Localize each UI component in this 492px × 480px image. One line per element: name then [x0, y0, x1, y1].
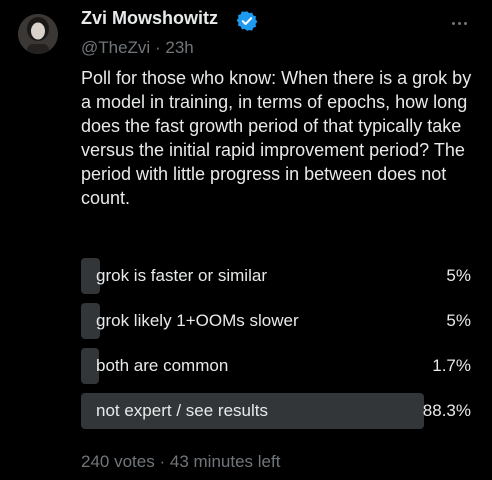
poll-option-percent: 88.3%: [422, 401, 471, 420]
poll-option: not expert / see results 88.3%: [81, 393, 481, 429]
author-handle[interactable]: @TheZvi: [81, 38, 150, 57]
author-meta: @TheZvi · 23h: [81, 38, 194, 58]
poll-option-percent: 1.7%: [432, 356, 471, 375]
poll-option: grok likely 1+OOMs slower 5%: [81, 303, 481, 339]
author-display-name[interactable]: Zvi Mowshowitz: [81, 8, 218, 29]
poll-option: grok is faster or similar 5%: [81, 258, 481, 294]
poll-meta: 240 votes · 43 minutes left: [81, 452, 280, 472]
poll-option-label: both are common: [96, 356, 229, 375]
poll: grok is faster or similar 5% grok likely 1…: [81, 258, 481, 438]
post-timestamp[interactable]: 23h: [165, 38, 193, 57]
poll-votes: 240 votes: [81, 452, 155, 471]
meta-separator: ·: [154, 38, 161, 57]
poll-time-left: 43 minutes left: [169, 452, 281, 471]
post: Zvi Mowshowitz @TheZvi · 23h Poll for th…: [0, 0, 492, 480]
avatar[interactable]: [18, 14, 58, 54]
poll-option-label: grok likely 1+OOMs slower: [96, 311, 299, 330]
post-text: Poll for those who know: When there is a…: [81, 68, 472, 208]
poll-option: both are common 1.7%: [81, 348, 481, 384]
poll-option-percent: 5%: [446, 266, 471, 285]
verified-badge-icon: [236, 10, 258, 32]
more-horizontal-icon[interactable]: [446, 12, 472, 34]
poll-option-label: grok is faster or similar: [96, 266, 267, 285]
poll-meta-separator: ·: [159, 452, 166, 471]
poll-option-percent: 5%: [446, 311, 471, 330]
poll-option-label: not expert / see results: [96, 401, 268, 420]
